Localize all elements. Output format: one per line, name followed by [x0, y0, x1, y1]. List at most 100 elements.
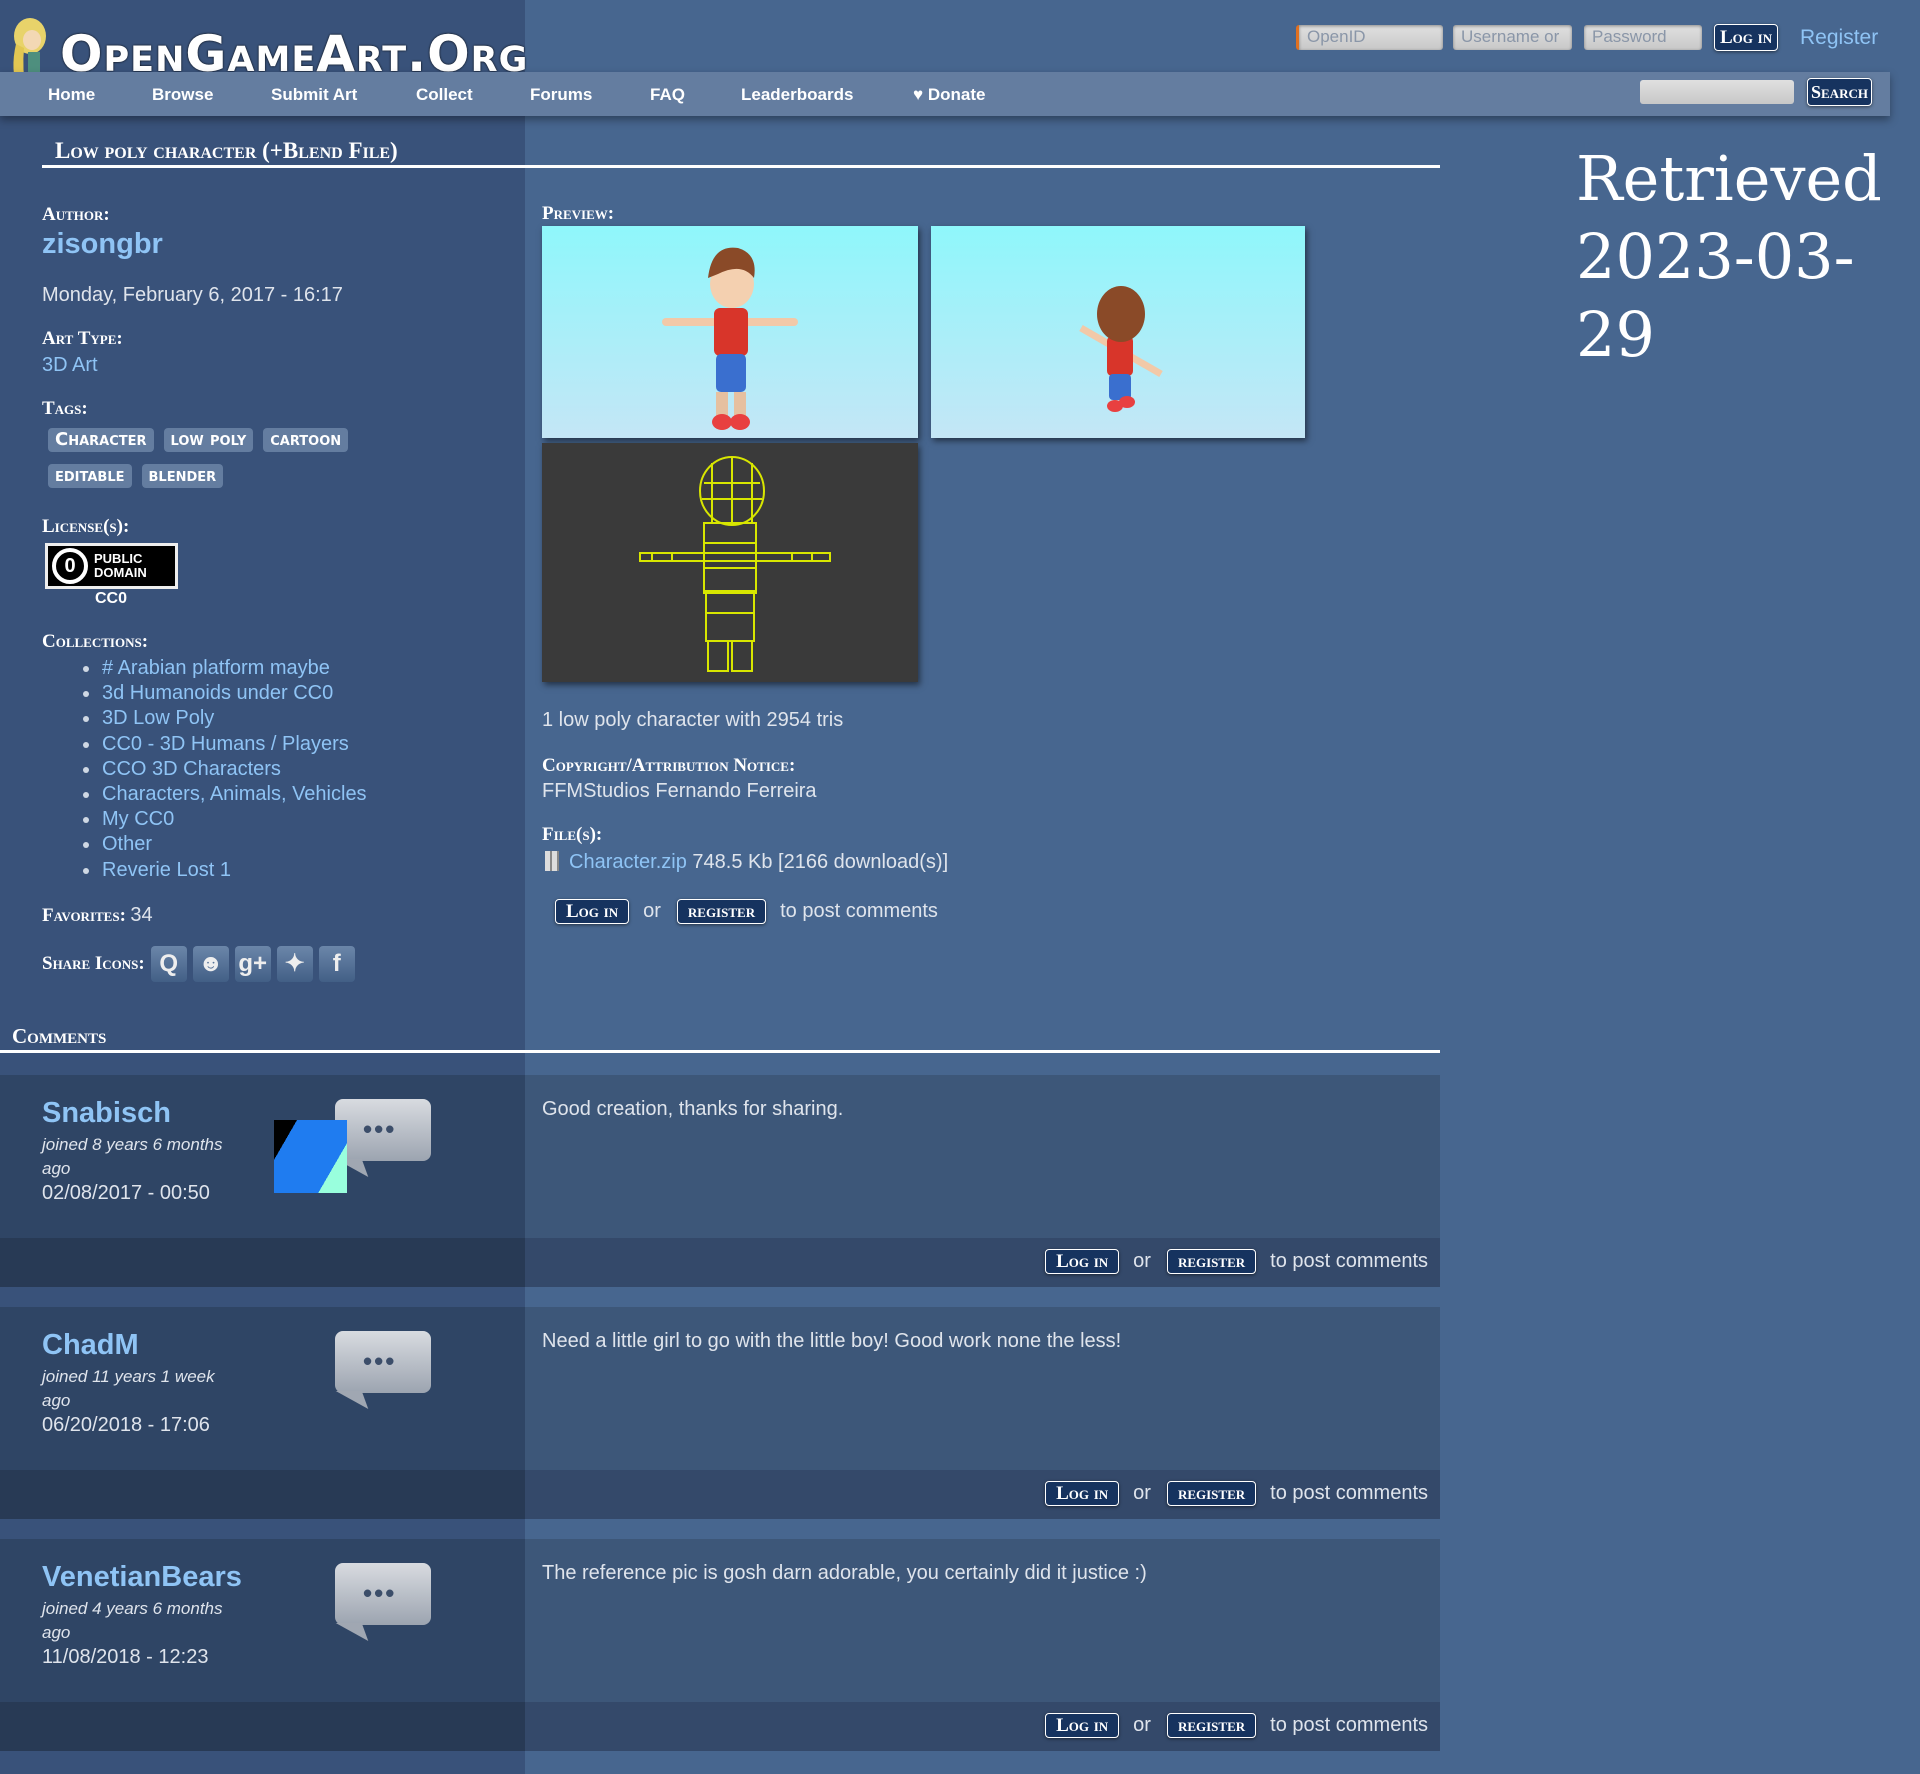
main-nav: Home Browse Submit Art Collect Forums FA… — [0, 72, 1890, 116]
register-button[interactable]: register — [1166, 1249, 1257, 1274]
collection-link[interactable]: 3D Low Poly — [83, 706, 367, 731]
files-label: File(s): — [542, 824, 603, 845]
quitter-icon[interactable]: Q — [150, 946, 187, 982]
art-type-link[interactable]: 3D Art — [42, 354, 98, 377]
comment-joined: joined 11 years 1 week ago — [42, 1367, 215, 1410]
collection-link[interactable]: Reverie Lost 1 — [83, 858, 367, 883]
header-register-link[interactable]: Register — [1800, 26, 1878, 50]
reddit-icon[interactable]: ☻ — [192, 946, 229, 982]
comment-post-prompt: Log in or register to post comments — [1045, 1249, 1428, 1274]
tag[interactable]: low poly — [163, 428, 254, 452]
register-button[interactable]: register — [1166, 1713, 1257, 1738]
nav-faq[interactable]: FAQ — [650, 85, 685, 105]
author-label: Author: — [42, 204, 110, 225]
title-divider — [42, 165, 1440, 168]
or-text: or — [1133, 1714, 1151, 1736]
facebook-icon[interactable]: f — [318, 946, 355, 982]
nav-browse[interactable]: Browse — [152, 85, 213, 105]
login-button[interactable]: Log in — [555, 899, 630, 924]
retrieved-date: 2023-03-29 — [1576, 220, 1855, 371]
comment-bubble-icon: ••• — [335, 1099, 431, 1161]
comment-post-prompt: Log in or register to post comments — [1045, 1713, 1428, 1738]
openid-input[interactable]: OpenID — [1296, 25, 1443, 50]
twitter-icon[interactable]: ✦ — [276, 946, 313, 982]
google-plus-icon[interactable]: g+ — [234, 946, 271, 982]
register-button[interactable]: register — [676, 899, 767, 924]
search-input[interactable] — [1640, 80, 1794, 104]
login-button[interactable]: Log in — [1045, 1481, 1120, 1506]
favorites: Favorites: 34 — [42, 904, 153, 927]
cc0-badge[interactable]: 0 PUBLIC DOMAIN — [45, 543, 178, 589]
retrieved-label: Retrieved — [1576, 142, 1882, 215]
collection-link[interactable]: # Arabian platform maybe — [83, 656, 367, 681]
comment-footer-left — [0, 1470, 525, 1519]
preview-image-wireframe[interactable] — [542, 443, 918, 682]
username-input[interactable]: Username or — [1453, 25, 1572, 50]
nav-forums[interactable]: Forums — [530, 85, 592, 105]
license-badge-text: PUBLIC DOMAIN — [94, 551, 147, 580]
comment-author[interactable]: ChadM — [42, 1329, 139, 1362]
header-login-button[interactable]: Log in — [1714, 24, 1779, 51]
post-suffix: to post comments — [1270, 1482, 1428, 1504]
tag[interactable]: Character — [48, 428, 154, 452]
nav-collect[interactable]: Collect — [416, 85, 473, 105]
description: 1 low poly character with 2954 tris — [542, 709, 844, 731]
preview-image-front[interactable] — [542, 226, 918, 438]
art-type-label: Art Type: — [42, 328, 123, 349]
avatar[interactable] — [274, 1120, 347, 1193]
comment-text: Need a little girl to go with the little… — [542, 1330, 1122, 1352]
collection-link[interactable]: Other — [83, 832, 367, 857]
comment-post-prompt: Log in or register to post comments — [1045, 1481, 1428, 1506]
tag[interactable]: editable — [48, 464, 132, 488]
comment-text: Good creation, thanks for sharing. — [542, 1098, 844, 1120]
zero-icon: 0 — [52, 548, 88, 584]
register-button[interactable]: register — [1166, 1481, 1257, 1506]
post-date: Monday, February 6, 2017 - 16:17 — [42, 284, 343, 306]
heart-icon: ♥ — [913, 85, 924, 104]
comment-date: 11/08/2018 - 12:23 — [42, 1646, 209, 1668]
comment-text: The reference pic is gosh darn adorable,… — [542, 1562, 1147, 1584]
collection-link[interactable]: 3d Humanoids under CC0 — [83, 681, 367, 706]
collection-link[interactable]: My CC0 — [83, 807, 367, 832]
nav-donate-label: Donate — [927, 85, 986, 104]
preview-image-side[interactable] — [931, 226, 1305, 438]
tag[interactable]: cartoon — [263, 428, 349, 452]
file-download-link[interactable]: Character.zip — [569, 851, 687, 873]
comment-bubble-icon: ••• — [335, 1563, 431, 1625]
collection-link[interactable]: CCO 3D Characters — [83, 757, 367, 782]
password-input[interactable]: Password — [1584, 25, 1702, 50]
license-name: CC0 — [95, 590, 128, 607]
comment-author[interactable]: Snabisch — [42, 1097, 171, 1130]
collection-link[interactable]: Characters, Animals, Vehicles — [83, 782, 367, 807]
or-text: or — [1133, 1482, 1151, 1504]
nav-home[interactable]: Home — [48, 85, 95, 105]
post-suffix: to post comments — [1270, 1714, 1428, 1736]
nav-submit-art[interactable]: Submit Art — [271, 85, 357, 105]
post-suffix: to post comments — [1270, 1250, 1428, 1272]
search-button[interactable]: Search — [1807, 78, 1872, 106]
collections-label: Collections: — [42, 631, 149, 652]
retrieved-stamp: Retrieved 2023-03-29 — [1576, 140, 1920, 374]
comment-bubble-icon: ••• — [335, 1331, 431, 1393]
nav-donate[interactable]: ♥ Donate — [913, 85, 985, 105]
nav-leaderboards[interactable]: Leaderboards — [741, 85, 853, 105]
login-button[interactable]: Log in — [1045, 1249, 1120, 1274]
post-comment-prompt: Log in or register to post comments — [555, 899, 938, 924]
post-suffix: to post comments — [780, 900, 938, 922]
collection-link[interactable]: CC0 - 3D Humans / Players — [83, 732, 367, 757]
tag[interactable]: blender — [141, 464, 224, 488]
copyright-label: Copyright/Attribution Notice: — [542, 755, 796, 776]
comment-author[interactable]: VenetianBears — [42, 1561, 242, 1594]
comment-joined: joined 4 years 6 months ago — [42, 1599, 223, 1642]
comment-joined: joined 8 years 6 months ago — [42, 1135, 223, 1178]
login-button[interactable]: Log in — [1045, 1713, 1120, 1738]
collections-list: # Arabian platform maybe 3d Humanoids un… — [83, 656, 367, 883]
file-entry: Character.zip 748.5 Kb [2166 download(s)… — [545, 851, 948, 874]
page-title: Low poly character (+Blend File) — [55, 138, 398, 163]
license-label: License(s): — [42, 516, 130, 537]
copyright-text: FFMStudios Fernando Ferreira — [542, 780, 817, 802]
comment-footer-left — [0, 1702, 525, 1751]
comments-heading: Comments — [12, 1024, 107, 1048]
share-icons: Share Icons: Q ☻ g+ ✦ f — [42, 946, 361, 982]
author-link[interactable]: zisongbr — [42, 228, 163, 261]
